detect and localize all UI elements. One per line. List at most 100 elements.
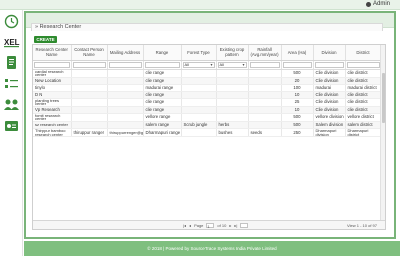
xel-logo-icon[interactable]: XEL <box>3 33 20 50</box>
filter-name[interactable] <box>33 60 72 70</box>
cell-district: clie district <box>345 91 382 99</box>
cell-address <box>107 98 144 107</box>
column-header[interactable]: Contact Person Name <box>71 45 108 61</box>
column-header[interactable]: Mailing Address <box>107 45 144 61</box>
page-total: of 10 <box>217 223 227 228</box>
first-page-icon[interactable]: |◂ <box>183 223 186 228</box>
research-center-grid: Research Center Name Contact Person Name… <box>32 44 386 230</box>
cell-name: sz research center <box>33 121 72 130</box>
cell-contact: thiruppur ranger <box>71 128 108 138</box>
cell-address <box>107 84 144 92</box>
filter-district[interactable] <box>345 60 382 70</box>
table-row[interactable]: tinylo madurai range 100 madurai madurai dis… <box>33 84 382 92</box>
cell-crop-pattern <box>216 91 249 99</box>
cell-address <box>107 69 144 78</box>
table-row[interactable]: planting trees center clie range 25 Clie di… <box>33 98 382 107</box>
filter-contact[interactable] <box>71 60 108 70</box>
cell-name: Vp Research <box>33 106 72 114</box>
page-size-select[interactable] <box>240 223 249 228</box>
cell-district: vellore district <box>345 113 382 123</box>
chevron-down-icon: ▾ <box>210 61 213 67</box>
column-header[interactable]: Rainfall (Avg.mm/year) <box>248 45 282 61</box>
filter-address[interactable] <box>107 60 144 70</box>
group-icon[interactable] <box>3 96 20 113</box>
table-row[interactable]: Thirppur bamboo research center thiruppur… <box>33 128 382 138</box>
cell-area: 500 <box>281 113 314 123</box>
table-row[interactable]: cardial research center clie range 500 Clie… <box>33 69 382 78</box>
column-header[interactable]: Range <box>143 45 182 61</box>
cell-range: madurai range <box>143 84 182 92</box>
cell-range: clie range <box>143 69 182 78</box>
page-label: Page <box>194 223 204 228</box>
cell-name: tinylo <box>33 84 72 92</box>
cell-contact <box>71 106 108 114</box>
last-page-icon[interactable]: ▸| <box>234 223 237 228</box>
filter-area[interactable] <box>281 60 314 70</box>
cell-rainfall <box>248 98 282 107</box>
cell-rainfall: seeds <box>248 128 282 138</box>
cell-address <box>107 113 144 123</box>
filter-rainfall[interactable] <box>248 60 282 70</box>
filter-crop-pattern[interactable]: All ▾ <box>216 60 249 70</box>
column-header[interactable]: Area (Ha) <box>281 45 314 61</box>
cell-forest-type <box>181 128 217 138</box>
filter-range[interactable] <box>143 60 182 70</box>
cell-area: 250 <box>281 128 314 138</box>
cell-rainfall <box>248 121 282 130</box>
table-row[interactable]: New Location clie range 20 Clie division cli… <box>33 77 382 85</box>
cell-address: thiruppurrenger@g <box>107 128 144 138</box>
cell-crop-pattern <box>216 77 249 85</box>
cell-crop-pattern <box>216 69 249 78</box>
cell-crop-pattern: herbs <box>216 121 249 130</box>
cell-district: clie district <box>345 69 382 78</box>
chevron-down-icon: ▾ <box>242 61 245 67</box>
filter-forest-type[interactable]: All ▾ <box>181 60 217 70</box>
column-header[interactable]: Division <box>313 45 346 61</box>
cell-crop-pattern <box>216 113 249 123</box>
cell-area: 500 <box>281 69 314 78</box>
document-icon[interactable] <box>3 54 20 71</box>
breadcrumb[interactable]: » Research Center <box>31 23 383 31</box>
column-header[interactable]: Research Center Name <box>33 45 72 61</box>
cell-forest-type <box>181 98 217 107</box>
cell-area: 20 <box>281 77 314 85</box>
cell-contact <box>71 113 108 123</box>
column-header[interactable]: Forest Type <box>181 45 217 61</box>
badge-icon[interactable] <box>3 117 20 134</box>
cell-name: fomit research center <box>33 113 72 123</box>
cell-crop-pattern: bushes <box>216 128 249 138</box>
cell-division: vellore division <box>313 113 346 123</box>
scrollbar-thumb[interactable] <box>382 73 385 123</box>
table-row[interactable]: fomit research center vellore range 500 vel… <box>33 113 382 123</box>
cell-range: clie range <box>143 91 182 99</box>
cell-address <box>107 77 144 85</box>
cell-area: 100 <box>281 84 314 92</box>
cell-rainfall <box>248 84 282 92</box>
cell-name: planting trees center <box>33 98 72 107</box>
power-icon <box>365 1 371 7</box>
main-panel: » Research Center CREATE Research Center… <box>24 11 396 239</box>
cell-division: Clie division <box>313 69 346 78</box>
checklist-icon[interactable] <box>3 75 20 92</box>
table-row[interactable]: Vp Research clie range 10 Clie division clie… <box>33 106 382 114</box>
create-button[interactable]: CREATE <box>34 36 57 43</box>
admin-menu[interactable]: Admin <box>365 1 390 7</box>
clock-icon[interactable] <box>3 13 20 30</box>
cell-forest-type <box>181 77 217 85</box>
cell-division: madurai <box>313 84 346 92</box>
filter-division[interactable] <box>313 60 346 70</box>
table-row[interactable]: D N clie range 10 Clie division clie distric… <box>33 91 382 99</box>
cell-forest-type: Scrub jungle <box>181 121 217 130</box>
cell-range: Dharmapuri range <box>143 128 182 138</box>
cell-address <box>107 91 144 99</box>
page-number-input[interactable]: 1 <box>206 223 215 229</box>
cell-contact <box>71 121 108 130</box>
cell-forest-type <box>181 84 217 92</box>
vertical-scrollbar[interactable] <box>380 45 385 229</box>
prev-page-icon[interactable]: ◂ <box>189 223 191 228</box>
cell-forest-type <box>181 69 217 78</box>
column-header[interactable]: Existing crop pattern <box>216 45 249 61</box>
next-page-icon[interactable]: ▸ <box>229 223 231 228</box>
table-row[interactable]: sz research center salem range Scrub jungl… <box>33 121 382 130</box>
column-header[interactable]: District <box>345 45 382 61</box>
